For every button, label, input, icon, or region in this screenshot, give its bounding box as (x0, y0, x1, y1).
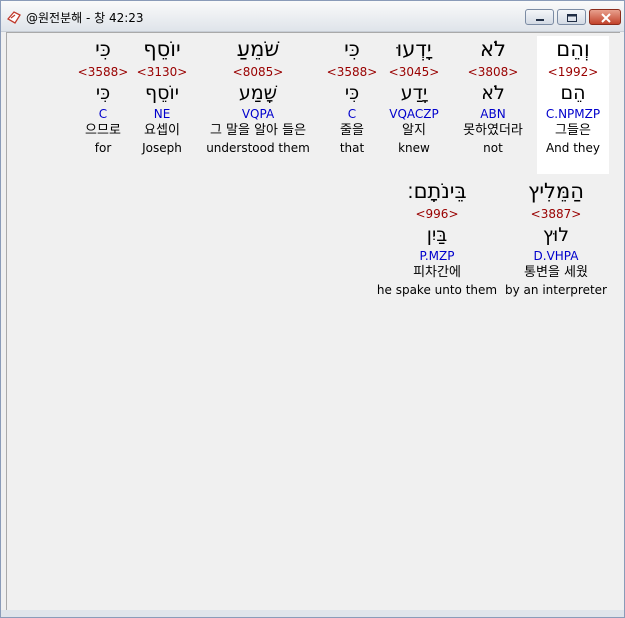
hebrew-word: יוֹסֵף (143, 37, 181, 61)
korean-gloss: 통변을 세웠 (524, 265, 588, 280)
morphology-code: D.VHPA (533, 249, 579, 263)
english-gloss: not (483, 141, 503, 155)
strong-number[interactable]: <3588> (73, 64, 133, 80)
strong-number[interactable]: <3588> (317, 64, 387, 80)
title-bar[interactable]: @원전분해 - 창 42:23 (1, 1, 624, 32)
morphology-code: ABN (480, 107, 506, 121)
hebrew-word: כִּי (95, 37, 111, 61)
hebrew-lemma: לֹא (481, 82, 505, 104)
korean-gloss: 못하였더라 (463, 123, 523, 138)
morphology-code: C (347, 107, 357, 121)
hebrew-lemma: לוּץ (542, 224, 570, 246)
morphology-code: P.MZP (419, 249, 455, 263)
word-column[interactable]: שֹׁמֵעַ <8085> שָׁמַע VQPA 그 말을 알아 들은 un… (193, 36, 323, 156)
hebrew-lemma: כִּי (95, 82, 111, 104)
hebrew-word: הַמֵּלִיץ (528, 179, 584, 203)
maximize-icon (567, 14, 577, 22)
korean-gloss: 요셉이 (144, 123, 180, 138)
word-column[interactable]: כִּי <3588> כִּי C 줄을 that (317, 36, 387, 156)
morphology-code: C (98, 107, 108, 121)
english-gloss: he spake unto them (376, 283, 498, 297)
strong-number[interactable]: <3808> (438, 64, 548, 80)
word-column[interactable]: כִּי <3588> כִּי C 으므로 for (73, 36, 133, 156)
korean-gloss: 줄을 (340, 123, 364, 138)
hebrew-word: שֹׁמֵעַ (236, 37, 280, 61)
english-gloss: understood them (206, 141, 310, 155)
hebrew-lemma: יוֹסֵף (145, 82, 179, 104)
close-button[interactable] (589, 9, 621, 25)
english-gloss: that (339, 141, 365, 155)
strong-number[interactable]: <3887> (503, 206, 609, 222)
korean-gloss: 으므로 (85, 123, 121, 138)
word-column[interactable]: לֹא <3808> לֹא ABN 못하였더라 not (438, 36, 548, 156)
korean-gloss: 피차간에 (413, 265, 461, 280)
window-title: @원전분해 - 창 42:23 (26, 11, 144, 25)
morphology-code: VQPA (241, 107, 275, 121)
english-gloss: for (94, 141, 112, 155)
hebrew-word: לֹא (480, 37, 506, 61)
hebrew-word: כִּי (344, 37, 360, 61)
morphology-code: NE (153, 107, 171, 121)
word-column[interactable]: יוֹסֵף <3130> יוֹסֵף NE 요셉이 Joseph (127, 36, 197, 156)
korean-gloss: 그 말을 알아 들은 (209, 123, 307, 138)
english-gloss: Joseph (142, 141, 182, 155)
hebrew-lemma: כִּי (344, 82, 360, 104)
hebrew-word: בֵּינֹתָם׃ (407, 179, 467, 203)
minimize-icon (536, 19, 544, 21)
english-gloss: by an interpreter (505, 283, 607, 297)
word-column[interactable]: בֵּינֹתָם׃ <996> בַּיִן P.MZP 피차간에 he sp… (375, 178, 499, 298)
app-window: @원전분해 - 창 42:23 וְהֵם <1992> הֵם C.NPMZP… (0, 0, 625, 618)
hebrew-lemma: בַּיִן (426, 224, 448, 246)
word-column[interactable]: הַמֵּלִיץ <3887> לוּץ D.VHPA 통변을 세웠 by a… (503, 178, 609, 298)
minimize-button[interactable] (525, 9, 554, 25)
window-bottom-border (1, 610, 624, 617)
strong-number[interactable]: <3130> (127, 64, 197, 80)
strong-number[interactable]: <996> (375, 206, 499, 222)
maximize-button[interactable] (557, 9, 586, 25)
close-icon (601, 13, 611, 23)
app-icon (6, 11, 21, 24)
interlinear-panel[interactable]: וְהֵם <1992> הֵם C.NPMZP 그들은 And they לֹ… (6, 32, 620, 611)
strong-number[interactable]: <8085> (193, 64, 323, 80)
hebrew-lemma: שָׁמַע (238, 82, 278, 104)
